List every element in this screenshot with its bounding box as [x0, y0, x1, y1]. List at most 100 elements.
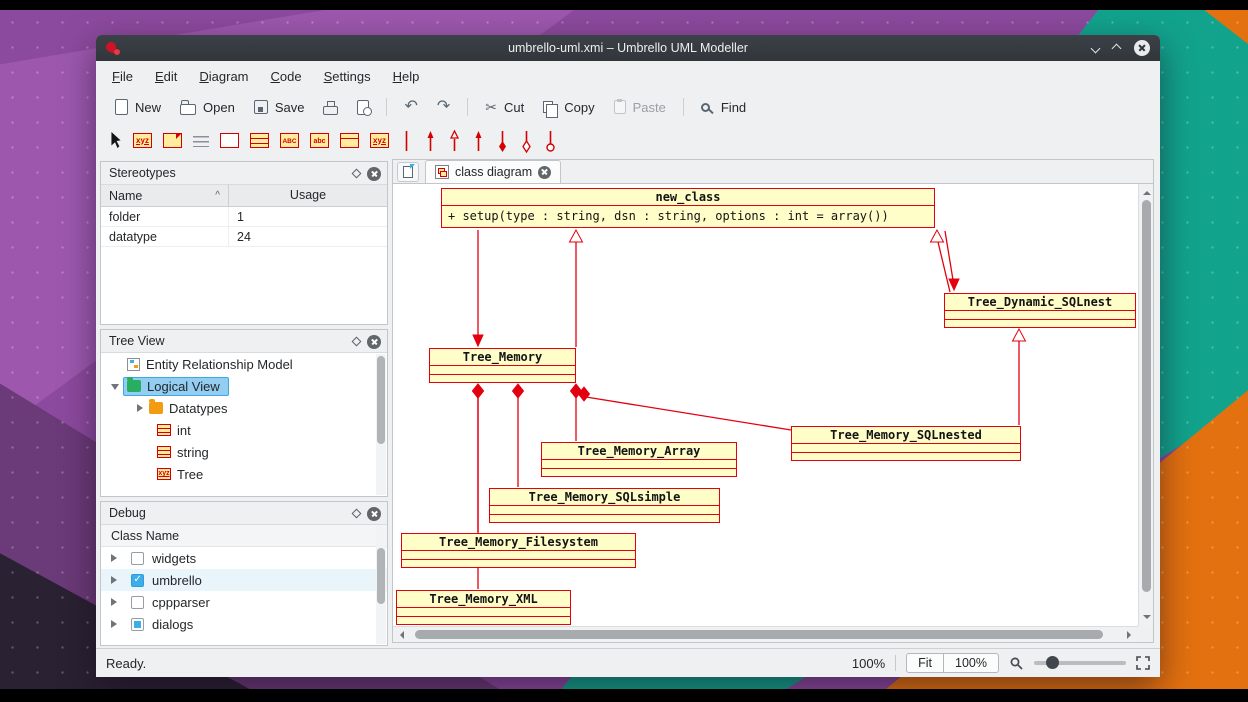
- collapsed-arrow-icon[interactable]: [111, 620, 121, 628]
- menu-diagram[interactable]: Diagram: [189, 65, 258, 88]
- collapsed-arrow-icon[interactable]: [111, 598, 121, 606]
- scroll-down-arrow-icon[interactable]: [1143, 615, 1151, 623]
- association-tool-button[interactable]: [400, 128, 413, 154]
- menu-edit[interactable]: Edit: [145, 65, 187, 88]
- table-row[interactable]: datatype 24: [101, 227, 387, 247]
- uml-class-Tree_Memory_Filesystem[interactable]: Tree_Memory_Filesystem: [401, 533, 636, 568]
- datatype-tool-button[interactable]: [280, 133, 299, 148]
- zoom-icon[interactable]: [1009, 656, 1024, 671]
- debug-item-widgets[interactable]: widgets: [101, 547, 387, 569]
- note-tool-button[interactable]: [163, 133, 182, 148]
- entity-tool-button[interactable]: [340, 133, 359, 148]
- expanded-arrow-icon[interactable]: [111, 384, 119, 394]
- redo-button[interactable]: [430, 95, 457, 119]
- checkbox[interactable]: [131, 552, 144, 565]
- uml-class-Tree_Memory_XML[interactable]: Tree_Memory_XML: [396, 590, 571, 625]
- zoom-slider-handle[interactable]: [1046, 656, 1059, 669]
- checkbox[interactable]: [131, 596, 144, 609]
- uml-connector-association[interactable]: [945, 231, 953, 280]
- uml-class-Tree_Memory_Array[interactable]: Tree_Memory_Array: [541, 442, 737, 477]
- tree-view-dock-header[interactable]: Tree View: [101, 330, 387, 353]
- debug-item-umbrello[interactable]: umbrello: [101, 569, 387, 591]
- checkbox[interactable]: [131, 618, 144, 631]
- tab-class-diagram[interactable]: class diagram: [425, 160, 561, 183]
- debug-item-cppparser[interactable]: cppparser: [101, 591, 387, 613]
- scrollbar-thumb[interactable]: [377, 356, 385, 444]
- menu-file[interactable]: File: [102, 65, 143, 88]
- tree-item-int[interactable]: int: [101, 419, 387, 441]
- interface-tool-button[interactable]: [250, 133, 269, 148]
- float-dock-icon[interactable]: [352, 509, 362, 519]
- undo-button[interactable]: [397, 95, 424, 119]
- new-button[interactable]: New: [108, 95, 168, 119]
- diagram-canvas[interactable]: new_class+ setup(type : string, dsn : st…: [393, 184, 1138, 626]
- find-button[interactable]: Find: [694, 96, 753, 119]
- fullscreen-icon[interactable]: [1136, 656, 1150, 670]
- close-dock-icon[interactable]: [367, 507, 381, 521]
- generalization-tool-button[interactable]: [448, 128, 461, 154]
- composition-tool-button[interactable]: [496, 128, 509, 154]
- close-tab-icon[interactable]: [538, 166, 551, 179]
- debug-scrollbar[interactable]: [376, 526, 386, 644]
- column-header-name[interactable]: Name ^: [101, 185, 229, 206]
- float-dock-icon[interactable]: [352, 337, 362, 347]
- titlebar[interactable]: umbrello-uml.xmi – Umbrello UML Modeller: [96, 35, 1160, 61]
- dependency-tool-button[interactable]: [472, 128, 485, 154]
- column-header-usage[interactable]: Usage: [229, 185, 387, 206]
- enum-tool-button[interactable]: [310, 133, 329, 148]
- tree-item-tree[interactable]: Tree: [101, 463, 387, 485]
- copy-button[interactable]: Copy: [536, 96, 601, 119]
- box-tool-button[interactable]: [220, 133, 239, 148]
- maximize-button[interactable]: [1113, 44, 1121, 52]
- table-row[interactable]: folder 1: [101, 207, 387, 227]
- vertical-scrollbar[interactable]: [1138, 184, 1153, 626]
- stereotypes-dock-header[interactable]: Stereotypes: [101, 162, 387, 185]
- text-tool-button[interactable]: [193, 136, 209, 147]
- minimize-button[interactable]: [1092, 44, 1100, 52]
- save-button[interactable]: Save: [247, 96, 312, 119]
- scrollbar-thumb[interactable]: [377, 548, 385, 604]
- uml-class-Tree_Memory_SQLsimple[interactable]: Tree_Memory_SQLsimple: [489, 488, 720, 523]
- close-dock-icon[interactable]: [367, 167, 381, 181]
- float-dock-icon[interactable]: [352, 169, 362, 179]
- scroll-right-arrow-icon[interactable]: [1127, 631, 1135, 639]
- aggregation-tool-button[interactable]: [520, 128, 533, 154]
- zoom-100-button[interactable]: 100%: [944, 653, 999, 673]
- new-tab-button[interactable]: [397, 162, 419, 182]
- uni-association-tool-button[interactable]: [424, 128, 437, 154]
- cut-button[interactable]: Cut: [478, 95, 531, 120]
- uml-class-Tree_Dynamic_SQLnest[interactable]: Tree_Dynamic_SQLnest: [944, 293, 1136, 328]
- print-preview-button[interactable]: [350, 96, 376, 119]
- fit-button[interactable]: Fit: [906, 653, 944, 673]
- class-tool-button[interactable]: [133, 133, 152, 148]
- debug-dock-header[interactable]: Debug: [101, 502, 387, 525]
- tree-item-datatypes[interactable]: Datatypes: [101, 397, 387, 419]
- horizontal-scrollbar[interactable]: [393, 626, 1138, 642]
- tree-view-scrollbar[interactable]: [376, 354, 386, 495]
- menu-code[interactable]: Code: [261, 65, 312, 88]
- print-button[interactable]: [316, 96, 345, 119]
- menu-help[interactable]: Help: [383, 65, 430, 88]
- menu-settings[interactable]: Settings: [314, 65, 381, 88]
- tree-item-logical-view[interactable]: Logical View: [101, 375, 387, 397]
- checkbox[interactable]: [131, 574, 144, 587]
- uml-class-Tree_Memory[interactable]: Tree_Memory: [429, 348, 576, 383]
- zoom-slider[interactable]: [1034, 661, 1126, 665]
- collapsed-arrow-icon[interactable]: [111, 554, 121, 562]
- close-button[interactable]: [1134, 40, 1150, 56]
- tree-item-er-model[interactable]: Entity Relationship Model: [101, 353, 387, 375]
- containment-tool-button[interactable]: [544, 128, 557, 154]
- uml-class-Tree_Memory_SQLnested[interactable]: Tree_Memory_SQLnested: [791, 426, 1021, 461]
- select-tool-button[interactable]: [110, 132, 122, 148]
- template-tool-button[interactable]: [370, 133, 389, 148]
- uml-connector-composition[interactable]: [586, 397, 791, 430]
- scrollbar-thumb[interactable]: [415, 630, 1103, 639]
- debug-item-dialogs[interactable]: dialogs: [101, 613, 387, 635]
- collapsed-arrow-icon[interactable]: [137, 404, 147, 412]
- scrollbar-thumb[interactable]: [1142, 200, 1151, 592]
- close-dock-icon[interactable]: [367, 335, 381, 349]
- tree-item-string[interactable]: string: [101, 441, 387, 463]
- scroll-left-arrow-icon[interactable]: [396, 631, 404, 639]
- uml-class-new_class[interactable]: new_class+ setup(type : string, dsn : st…: [441, 188, 935, 228]
- collapsed-arrow-icon[interactable]: [111, 576, 121, 584]
